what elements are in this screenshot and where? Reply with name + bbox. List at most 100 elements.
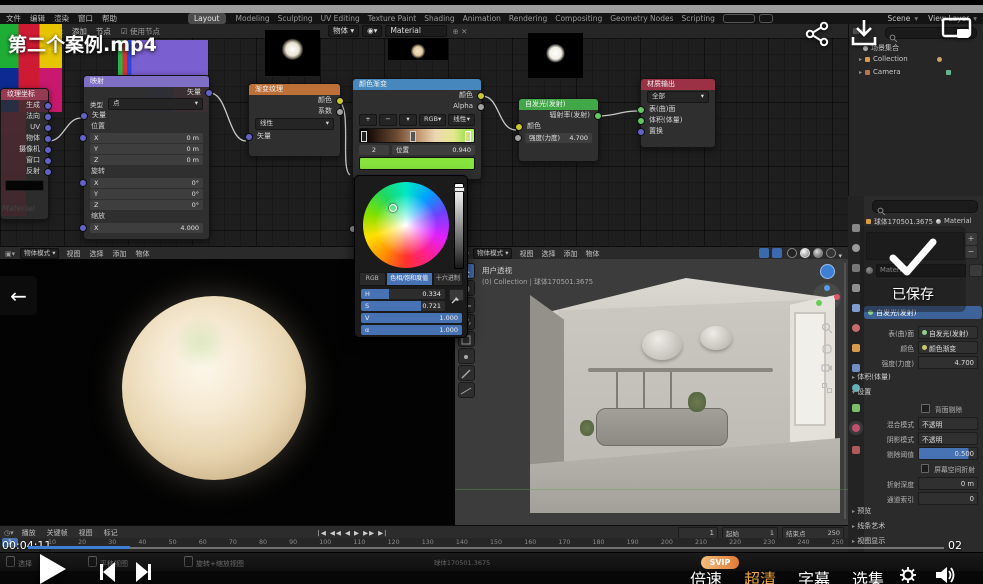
toggle-perspective-icon[interactable] bbox=[821, 379, 833, 398]
play-button[interactable] bbox=[40, 554, 66, 584]
tab-tool-icon[interactable] bbox=[852, 224, 860, 232]
output-socket[interactable] bbox=[44, 113, 52, 121]
ramp-stop-handle[interactable] bbox=[361, 131, 367, 142]
output-socket[interactable] bbox=[205, 89, 213, 97]
tool-annotate[interactable] bbox=[458, 365, 475, 381]
output-target-dropdown[interactable]: 全部▾ bbox=[647, 91, 709, 103]
material-name-field[interactable]: Material bbox=[385, 25, 447, 37]
gradient-interp-dropdown[interactable]: 线性▾ bbox=[255, 118, 334, 130]
episodes-button[interactable]: 选集 bbox=[852, 566, 884, 584]
workspace-tab[interactable]: UV Editing bbox=[321, 14, 360, 23]
tool-measure[interactable] bbox=[458, 382, 475, 398]
ramp-options-button[interactable]: ▾ bbox=[399, 114, 417, 126]
color-ramp-gradient[interactable] bbox=[359, 128, 475, 143]
workspace-tab[interactable]: Texture Paint bbox=[368, 14, 416, 23]
node-color-ramp[interactable]: 颜色渐变 颜色 Alpha + − ▾ RGB▾ 线性▾ 2 位置0.940 bbox=[352, 78, 482, 180]
workspace-tab[interactable]: Geometry Nodes bbox=[610, 14, 673, 23]
output-socket[interactable] bbox=[44, 124, 52, 132]
axis-z-dot[interactable] bbox=[824, 285, 830, 291]
navigation-gizmo[interactable] bbox=[813, 283, 841, 311]
node-header[interactable]: 材质输出 bbox=[641, 79, 715, 90]
pan-gizmo-icon[interactable] bbox=[821, 339, 833, 358]
output-socket[interactable] bbox=[477, 103, 485, 111]
seek-bar-progress[interactable] bbox=[28, 546, 130, 549]
fake-user-button[interactable] bbox=[969, 264, 983, 277]
node-emission[interactable]: 自发光(发射) 辐射率(发射) 颜色 强度(力度)4.700 bbox=[518, 98, 599, 162]
slot-remove-button[interactable]: − bbox=[964, 245, 978, 259]
ramp-interp-dropdown[interactable]: 线性▾ bbox=[448, 114, 475, 126]
share-icon[interactable] bbox=[804, 20, 832, 52]
vector-field[interactable]: Y0 m bbox=[90, 144, 203, 154]
frame-end-field[interactable]: 结束点250 bbox=[782, 527, 844, 539]
tab-scene-icon[interactable] bbox=[852, 304, 860, 312]
outliner-item-collection[interactable]: ▸Collection bbox=[859, 55, 942, 63]
ramp-index-field[interactable]: 2 bbox=[359, 145, 389, 155]
backface-culling-checkbox[interactable]: 背面剔除 bbox=[918, 403, 978, 414]
ramp-remove-button[interactable]: − bbox=[379, 114, 397, 126]
overlay-and-shading-icons[interactable]: ▾ bbox=[756, 248, 842, 260]
viewport-menu-item[interactable]: 选择 bbox=[89, 249, 103, 259]
viewport-right-canvas[interactable]: 用户透视 (0) Collection | 球体170501.3675 bbox=[455, 259, 848, 525]
tab-hsv[interactable]: 色相/饱和度值 bbox=[386, 272, 433, 286]
node-mapping[interactable]: 映射 矢量 类型 点▾ 矢量 位置 X0 m Y0 m Z0 m 旋转 X0° … bbox=[83, 75, 210, 240]
viewport-menu-item[interactable]: 视图 bbox=[519, 249, 533, 259]
back-button[interactable]: ← bbox=[0, 276, 37, 315]
properties-breadcrumb[interactable]: 球体170501.3675 Material bbox=[866, 216, 972, 226]
color-input-select[interactable]: 颜色渐变 bbox=[918, 341, 978, 354]
strength-slider[interactable]: 4.700 bbox=[918, 356, 978, 369]
output-socket[interactable] bbox=[44, 168, 52, 176]
workspace-tab[interactable]: Scripting bbox=[682, 14, 715, 23]
theater-mode-icon[interactable] bbox=[940, 15, 974, 49]
value-slider-handle[interactable] bbox=[454, 187, 465, 192]
scene-selector[interactable]: Scene bbox=[888, 14, 911, 23]
mode-dropdown[interactable]: 物体模式 ▾ bbox=[20, 248, 59, 259]
color-swatch-field[interactable] bbox=[5, 180, 44, 191]
output-socket[interactable] bbox=[44, 157, 52, 165]
surface-shader-select[interactable]: 自发光(发射) bbox=[918, 326, 978, 339]
mapping-type-dropdown[interactable]: 点▾ bbox=[108, 98, 203, 110]
visibility-icon[interactable] bbox=[937, 57, 942, 62]
subtitles-button[interactable]: 字幕 bbox=[798, 566, 830, 584]
playback-controls[interactable]: |◀ ◀◀ ◀ ▶ ▶▶ ▶| bbox=[318, 529, 388, 537]
material-action-icons[interactable]: ⊕ ✕ bbox=[452, 27, 467, 36]
tab-render-icon[interactable] bbox=[852, 244, 860, 252]
collapsed-section[interactable]: ▸ 视图显示 bbox=[852, 536, 892, 546]
tab-hex[interactable]: 十六进制 bbox=[433, 272, 463, 286]
workspace-tab[interactable]: Modeling bbox=[236, 14, 270, 23]
menu-item[interactable]: 窗口 bbox=[78, 13, 93, 24]
ramp-stop-handle-active[interactable] bbox=[465, 131, 471, 142]
volume-icon[interactable] bbox=[934, 565, 956, 584]
camera-view-icon[interactable] bbox=[821, 359, 833, 378]
output-socket[interactable] bbox=[336, 97, 344, 105]
node-header[interactable]: 颜色渐变 bbox=[353, 79, 481, 90]
timeline-menu-item[interactable]: 关键帧 bbox=[47, 528, 68, 538]
scene-dropdown-caret[interactable]: ▾ bbox=[914, 14, 918, 23]
output-socket[interactable] bbox=[44, 102, 52, 110]
viewport-menu-item[interactable]: 选择 bbox=[541, 249, 555, 259]
output-socket[interactable] bbox=[44, 146, 52, 154]
workspace-tab[interactable]: Animation bbox=[463, 14, 501, 23]
node-gradient-texture[interactable]: 渐变纹理 颜色 系数 线性▾ 矢量 bbox=[248, 83, 341, 157]
viewport-menu-item[interactable]: 视图 bbox=[66, 249, 80, 259]
eyedropper-icon[interactable] bbox=[449, 289, 464, 301]
workspace-extra-button[interactable] bbox=[723, 14, 755, 23]
collapsed-section[interactable]: ▸ 线条艺术 bbox=[852, 521, 892, 531]
material-icon-dropdown[interactable]: ◉▾ bbox=[362, 25, 382, 37]
viewport-menu-item[interactable]: 添加 bbox=[112, 249, 126, 259]
clip-threshold-slider[interactable]: 0.500 bbox=[918, 447, 978, 460]
node-texture-coordinate[interactable]: 纹理坐标 生成法向UV物体摄像机窗口反射 bbox=[0, 88, 49, 220]
output-socket[interactable] bbox=[336, 108, 344, 116]
viewport-menu-item[interactable]: 物体 bbox=[585, 249, 599, 259]
input-socket[interactable] bbox=[637, 106, 645, 114]
vector-field[interactable]: Y0° bbox=[90, 189, 203, 199]
ramp-position-slider[interactable]: 位置0.940 bbox=[392, 145, 475, 155]
timeline-menu-item[interactable]: 播放 bbox=[22, 528, 36, 538]
vector-field[interactable]: X0° bbox=[90, 178, 203, 188]
playback-speed-button[interactable]: 倍速 bbox=[690, 566, 722, 584]
mode-dropdown[interactable]: 物体模式 ▾ bbox=[473, 248, 512, 259]
output-socket[interactable] bbox=[594, 112, 602, 120]
editor-type-icon[interactable]: ▣▾ bbox=[5, 250, 15, 258]
next-episode-button[interactable] bbox=[136, 562, 151, 582]
outliner-item-camera[interactable]: ▸Camera bbox=[859, 68, 951, 76]
ramp-add-button[interactable]: + bbox=[359, 114, 377, 126]
